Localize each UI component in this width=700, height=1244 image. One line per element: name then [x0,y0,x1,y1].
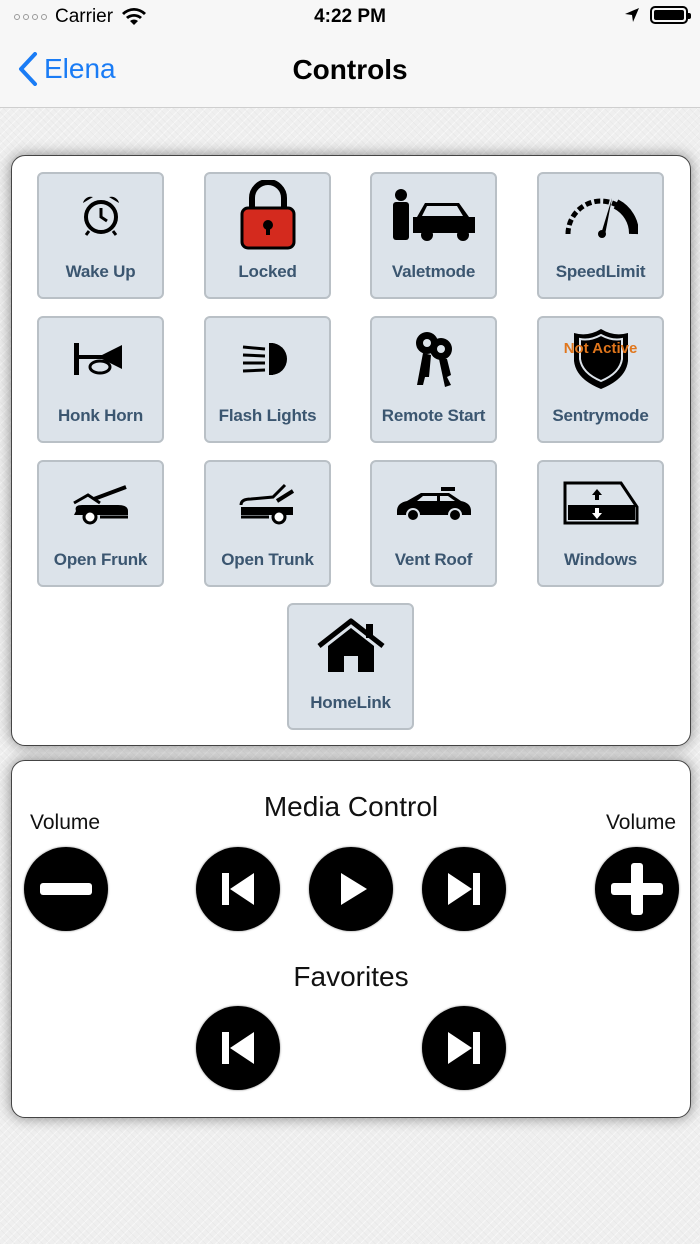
volume-up-button[interactable] [595,847,679,931]
next-favorite-button[interactable] [422,1006,506,1090]
volume-down-label: Volume [30,811,101,834]
tile-label: Sentrymode [552,406,649,425]
speedometer-icon [539,174,662,256]
vent-roof-button[interactable]: Vent Roof [370,460,497,587]
lock-button[interactable]: Locked [204,172,331,299]
valet-car-icon [372,174,495,256]
tile-label: Open Frunk [53,550,148,569]
status-bar: Carrier 4:22 PM [0,0,700,34]
open-frunk-icon [39,462,162,544]
alarm-clock-icon [39,174,162,256]
tile-label: Remote Start [381,406,486,425]
favorites-title: Favorites [293,961,409,992]
tile-label: Flash Lights [218,406,317,425]
skip-next-icon [448,1032,480,1064]
battery-icon [650,6,691,24]
play-icon [341,873,367,905]
homelink-button[interactable]: HomeLink [287,603,414,730]
remote-start-button[interactable]: Remote Start [370,316,497,443]
previous-track-button[interactable] [196,847,280,931]
status-time: 4:22 PM [314,6,386,27]
controls-panel: Wake Up Locked Valetmode SpeedLimit Honk… [11,155,691,746]
house-icon [289,605,412,687]
tile-label: Honk Horn [57,406,144,425]
skip-previous-icon [222,873,254,905]
skip-previous-icon [222,1032,254,1064]
volume-up-label: Volume [605,811,676,834]
tile-label: Locked [238,262,297,281]
tile-label: Valetmode [391,262,476,281]
minus-icon [40,883,92,895]
tile-label: Wake Up [65,262,136,281]
window-icon [539,462,662,544]
previous-favorite-button[interactable] [196,1006,280,1090]
flash-lights-button[interactable]: Flash Lights [204,316,331,443]
valetmode-button[interactable]: Valetmode [370,172,497,299]
shield-icon: Not Active [539,318,662,400]
honk-horn-button[interactable]: Honk Horn [37,316,164,443]
padlock-icon [206,174,329,256]
location-arrow-icon [625,8,639,22]
open-trunk-icon [206,462,329,544]
open-frunk-button[interactable]: Open Frunk [37,460,164,587]
sentry-status-badge: Not Active [563,340,638,357]
speed-limit-button[interactable]: SpeedLimit [537,172,664,299]
tile-label: SpeedLimit [555,262,646,281]
media-panel: Media Control Volume Volume Favorites [11,760,691,1118]
wake-up-button[interactable]: Wake Up [37,172,164,299]
play-button[interactable] [309,847,393,931]
tile-label: Open Trunk [221,550,314,569]
tile-label: Windows [563,550,638,569]
tile-label: Vent Roof [394,550,473,569]
sentrymode-button[interactable]: Not Active Sentrymode [537,316,664,443]
horn-icon [39,318,162,400]
vent-roof-car-icon [372,462,495,544]
volume-down-button[interactable] [24,847,108,931]
skip-next-icon [448,873,480,905]
tile-label: HomeLink [310,693,391,712]
car-keys-icon [372,318,495,400]
media-control-title: Media Control [263,791,439,822]
open-trunk-button[interactable]: Open Trunk [204,460,331,587]
windows-button[interactable]: Windows [537,460,664,587]
plus-icon [611,863,663,915]
page-title: Controls [292,54,408,85]
navigation-bar: Elena Controls [0,34,700,108]
next-track-button[interactable] [422,847,506,931]
headlight-icon [206,318,329,400]
